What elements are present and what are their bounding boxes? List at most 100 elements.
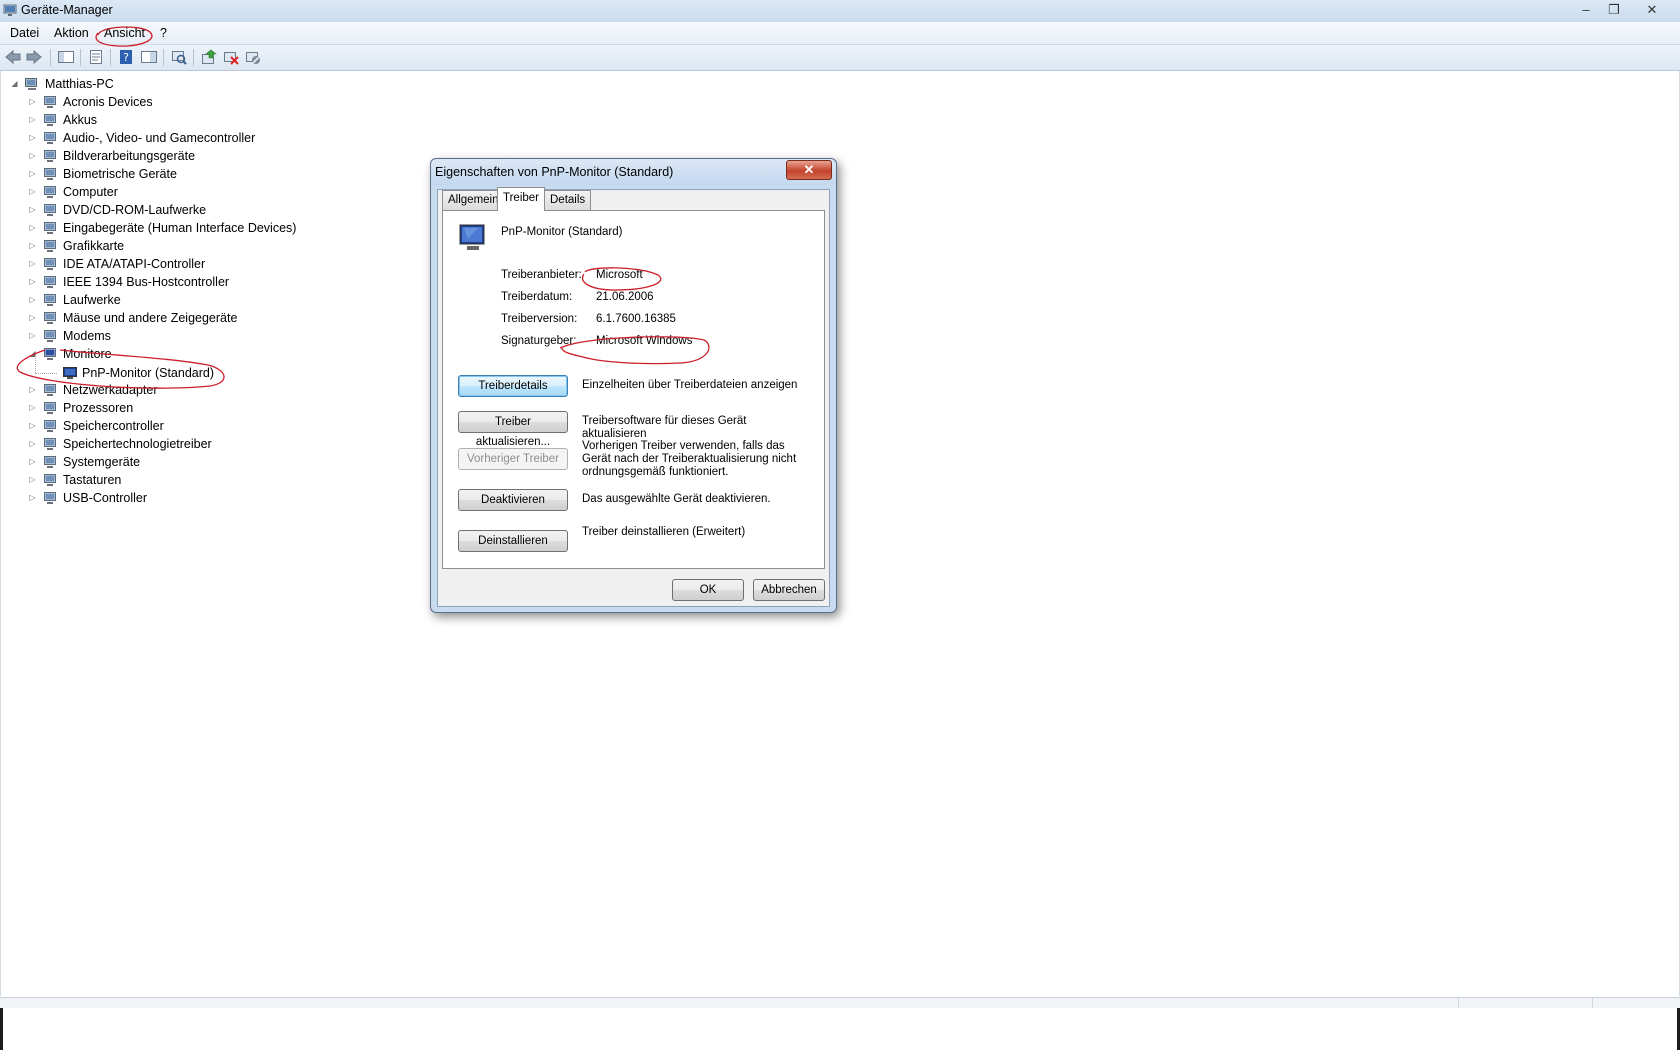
expand-triangle-icon[interactable]: ▷ (28, 453, 37, 471)
tree-category-akkus[interactable]: ▷ Akkus (28, 111, 328, 129)
tree-category-systemgeräte[interactable]: ▷ Systemgeräte (28, 453, 328, 471)
expand-triangle-icon[interactable]: ▷ (28, 165, 37, 183)
driver-details-description: Einzelheiten über Treiberdateien anzeige… (582, 379, 798, 391)
tab-details[interactable]: Details (544, 190, 592, 210)
toolbar-separator (163, 49, 164, 66)
usb-icon (44, 492, 56, 504)
tree-category-speichercontroller[interactable]: ▷ Speichercontroller (28, 417, 328, 435)
expand-triangle-icon[interactable]: ▷ (28, 471, 37, 489)
expand-triangle-icon[interactable]: ▷ (28, 237, 37, 255)
tree-category-eingabegeräte-human-interface-devices[interactable]: ▷ Eingabegeräte (Human Interface Devices) (28, 219, 328, 237)
minimize-button[interactable]: – (1574, 2, 1598, 18)
tree-category-ieee-1394-bus-hostcontroller[interactable]: ▷ IEEE 1394 Bus-Hostcontroller (28, 273, 328, 291)
show-hide-console-tree-icon[interactable] (57, 49, 75, 65)
expand-triangle-icon[interactable]: ▷ (28, 129, 37, 147)
disable-device-icon[interactable] (244, 49, 262, 65)
tree-item-pnp-monitor[interactable]: PnP-Monitor (Standard) (60, 364, 260, 382)
uninstall-driver-button[interactable]: Deinstallieren (458, 530, 568, 552)
update-driver-description: Treibersoftware für dieses Gerät aktuali… (582, 415, 747, 440)
action-pane-icon[interactable] (140, 49, 158, 65)
menu-help[interactable]: ? (158, 25, 169, 41)
menu-datei[interactable]: Datei (8, 25, 41, 41)
tree-category-modems[interactable]: ▷ Modems (28, 327, 328, 345)
tree-category-netzwerkadapter[interactable]: ▷ Netzwerkadapter (28, 381, 328, 399)
expand-triangle-icon[interactable]: ▷ (28, 435, 37, 453)
dialog-titlebar[interactable]: Eigenschaften von PnP-Monitor (Standard)… (431, 159, 836, 185)
toolbar-separator (193, 49, 194, 66)
tree-category-label: Laufwerke (63, 293, 121, 307)
tab-treiber[interactable]: Treiber (497, 187, 545, 211)
driver-tab-panel: PnP-Monitor (Standard) Treiberanbieter: … (442, 210, 825, 569)
tree-category-audio-video-und-gamecontroller[interactable]: ▷ Audio-, Video- und Gamecontroller (28, 129, 328, 147)
cancel-button[interactable]: Abbrechen (753, 579, 825, 601)
expand-triangle-icon[interactable]: ▷ (28, 399, 37, 417)
tree-category-label: Biometrische Geräte (63, 167, 177, 181)
speaker-icon (44, 132, 56, 144)
window-close-button[interactable]: ✕ (1640, 2, 1664, 18)
scan-hardware-changes-icon[interactable] (170, 49, 188, 65)
collapse-triangle-icon[interactable]: ◢ (10, 75, 19, 93)
tree-category-tastaturen[interactable]: ▷ Tastaturen (28, 471, 328, 489)
expand-triangle-icon[interactable]: ▷ (28, 327, 37, 345)
tree-category-usb-controller[interactable]: ▷ USB-Controller (28, 489, 328, 507)
maximize-button[interactable]: ❐ (1602, 2, 1626, 18)
tree-category-label: Akkus (63, 113, 98, 127)
expand-triangle-icon[interactable]: ▷ (28, 147, 37, 165)
disable-device-button[interactable]: Deaktivieren (458, 489, 568, 511)
tree-category-laufwerke[interactable]: ▷ Laufwerke (28, 291, 328, 309)
expand-triangle-icon[interactable]: ▷ (28, 183, 37, 201)
tree-category-prozessoren[interactable]: ▷ Prozessoren (28, 399, 328, 417)
update-driver-icon[interactable] (200, 49, 218, 65)
driver-details-button[interactable]: Treiberdetails (458, 375, 568, 397)
tree-category-label: Modems (63, 329, 111, 343)
expand-triangle-icon[interactable]: ▷ (28, 291, 37, 309)
tab-allgemein[interactable]: Allgemein (442, 190, 505, 210)
field-label-provider: Treiberanbieter: (501, 269, 582, 281)
expand-triangle-icon[interactable]: ▷ (28, 111, 37, 129)
tree-category-monitore[interactable]: ◢ Monitore (28, 345, 328, 363)
expand-triangle-icon[interactable]: ▷ (28, 309, 37, 327)
tree-category-biometrische-geräte[interactable]: ▷ Biometrische Geräte (28, 165, 328, 183)
field-value-provider: Microsoft (596, 269, 643, 281)
tree-category-label: Audio-, Video- und Gamecontroller (63, 131, 256, 145)
expand-triangle-icon[interactable]: ▷ (28, 273, 37, 291)
back-arrow-icon[interactable] (4, 49, 22, 65)
expand-triangle-icon[interactable]: ▷ (28, 201, 37, 219)
menu-ansicht[interactable]: Ansicht (102, 25, 147, 41)
system-device-icon (44, 456, 56, 468)
uninstall-driver-description: Treiber deinstallieren (Erweitert) (582, 526, 746, 538)
modem-icon (44, 330, 56, 342)
expand-triangle-icon[interactable]: ▷ (28, 381, 37, 399)
tree-connector (35, 373, 57, 374)
tree-category-computer[interactable]: ▷ Computer (28, 183, 328, 201)
expand-triangle-icon[interactable]: ▷ (28, 255, 37, 273)
status-bar-divider (1458, 998, 1459, 1008)
update-driver-button[interactable]: Treiber aktualisieren... (458, 411, 568, 448)
rollback-driver-button: Vorheriger Treiber (458, 448, 568, 470)
tree-category-speichertechnologietreiber[interactable]: ▷ Speichertechnologietreiber (28, 435, 328, 453)
tree-category-grafikkarte[interactable]: ▷ Grafikkarte (28, 237, 328, 255)
tree-category-ide-ata-atapi-controller[interactable]: ▷ IDE ATA/ATAPI-Controller (28, 255, 328, 273)
expand-triangle-icon[interactable]: ▷ (28, 93, 37, 111)
ok-button[interactable]: OK (672, 579, 744, 601)
field-label-date: Treiberdatum: (501, 291, 573, 303)
tree-category-dvd-cd-rom-laufwerke[interactable]: ▷ DVD/CD-ROM-Laufwerke (28, 201, 328, 219)
screen-edge (0, 1008, 3, 1050)
help-icon[interactable]: ? (117, 49, 135, 65)
properties-icon[interactable] (87, 49, 105, 65)
forward-arrow-icon[interactable] (25, 49, 43, 65)
uninstall-device-icon[interactable] (222, 49, 240, 65)
tree-category-bildverarbeitungsgeräte[interactable]: ▷ Bildverarbeitungsgeräte (28, 147, 328, 165)
dialog-close-button[interactable]: ✕ (786, 160, 832, 180)
expand-triangle-icon[interactable]: ▷ (28, 219, 37, 237)
expand-triangle-icon[interactable]: ▷ (28, 417, 37, 435)
tree-category-label: Grafikkarte (63, 239, 125, 253)
tree-root[interactable]: ◢ Matthias-PC (10, 75, 210, 93)
expand-triangle-icon[interactable]: ▷ (28, 489, 37, 507)
tree-category-acronis-devices[interactable]: ▷ Acronis Devices (28, 93, 328, 111)
status-bar-divider (1592, 998, 1593, 1008)
tree-category-label: Mäuse und andere Zeigegeräte (63, 311, 238, 325)
window-titlebar: Geräte-Manager – ❐ ✕ (0, 0, 1680, 23)
tree-category-mäuse-und-andere-zeigegeräte[interactable]: ▷ Mäuse und andere Zeigegeräte (28, 309, 328, 327)
menu-aktion[interactable]: Aktion (52, 25, 91, 41)
